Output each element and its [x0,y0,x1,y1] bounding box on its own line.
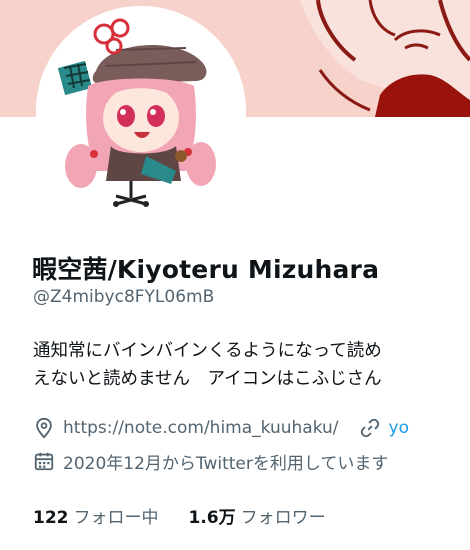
bio-line: 通知常にバインバインくるようになって読め [33,341,382,361]
follow-stats: 122 フォロー中 1.6万 フォロワー [33,503,326,528]
profile-bio: 通知常にバインバインくるようになって読め えないと読めません アイコンはこふじさ… [33,337,470,393]
calendar-icon [33,450,55,472]
following-count: 122 [33,508,69,528]
website-text[interactable]: https://note.com/hima_kuuhaku/ [63,418,339,438]
followers-link[interactable]: 1.6万 フォロワー [189,503,326,528]
link-icon [359,417,381,439]
joined-date-text: 2020年12月からTwitterを利用しています [63,453,389,474]
profile-meta-links: https://note.com/hima_kuuhaku/ yo [33,416,470,440]
location-pin-icon [33,417,55,439]
following-link[interactable]: 122 フォロー中 [33,503,159,528]
followers-label: フォロワー [240,508,326,528]
profile-avatar[interactable] [36,6,246,216]
bio-line: えないと読めません アイコンはこふじさん [33,369,382,389]
profile-joined: 2020年12月からTwitterを利用しています [33,449,470,473]
user-handle: @Z4mibyc8FYL06mB [33,287,215,307]
display-name: 暇空茜/Kiyoteru Mizuhara [32,255,380,284]
followers-count: 1.6万 [188,508,236,528]
following-label: フォロー中 [73,508,159,528]
website-link[interactable]: yo [389,418,409,438]
